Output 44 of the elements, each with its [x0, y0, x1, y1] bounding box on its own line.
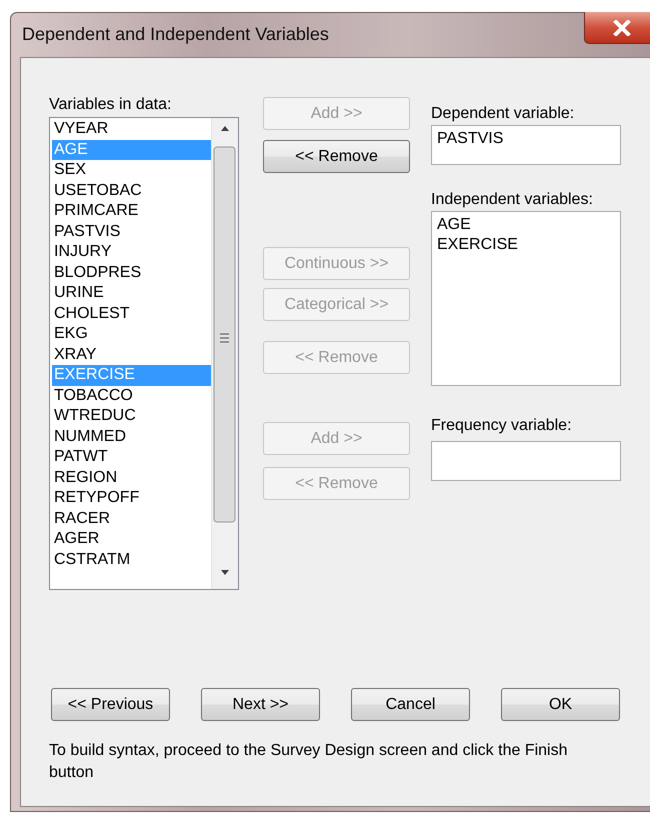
list-item[interactable]: EKG: [52, 324, 211, 344]
scrollbar-thumb[interactable]: [214, 146, 236, 522]
move-button[interactable]: << Remove: [263, 140, 410, 173]
list-item[interactable]: EXERCISE: [437, 235, 615, 255]
list-item[interactable]: VYEAR: [52, 119, 211, 140]
list-item[interactable]: XRAY: [52, 344, 211, 365]
list-item[interactable]: NUMMED: [52, 426, 211, 447]
field-label: Dependent variable:: [431, 105, 576, 123]
list-item[interactable]: AGER: [52, 529, 211, 550]
list-item[interactable]: TOBACCO: [52, 386, 211, 406]
dialog-button[interactable]: Cancel: [351, 688, 470, 721]
list-label: Variables in data:: [49, 96, 172, 114]
list-item[interactable]: PATWT: [52, 447, 211, 468]
close-icon: [613, 20, 631, 36]
grip-icon: [220, 334, 230, 342]
independent-list[interactable]: AGE EXERCISE: [431, 211, 621, 386]
field-label: Independent variables:: [431, 191, 594, 209]
list-item[interactable]: INJURY: [52, 242, 211, 262]
list-item[interactable]: AGE: [437, 215, 615, 235]
scroll-down-icon[interactable]: [221, 570, 229, 575]
list-item[interactable]: CHOLEST: [52, 304, 211, 324]
variables-list[interactable]: VYEAR AGE SEX USETOBAC PRIMCARE PASTVIS INJURY BLODPRES URINE CHOLEST EKG XRAY EXERCISE TOBACCO WTREDUC NUMMED PATWT REGION RETYPOFF RACER AGER CSTRATM: [49, 117, 239, 590]
list-item[interactable]: PASTVIS: [52, 222, 211, 242]
scrollbar[interactable]: [211, 118, 238, 589]
close-button[interactable]: [584, 12, 650, 44]
window-title: Dependent and Independent Variables: [21, 24, 329, 44]
scroll-up-icon[interactable]: [221, 126, 229, 131]
list-item[interactable]: URINE: [52, 283, 211, 304]
list-item[interactable]: CSTRATM: [52, 550, 211, 570]
dependent-field[interactable]: PASTVIS: [431, 125, 621, 165]
list-item[interactable]: USETOBAC: [52, 180, 211, 201]
list-item[interactable]: SEX: [52, 160, 211, 180]
field-label: Frequency variable:: [431, 417, 573, 435]
hint-text: To build syntax, proceed to the Survey Design screen and click the Finish button: [49, 741, 568, 783]
dialog-button[interactable]: Next >>: [201, 688, 320, 721]
dialog-button[interactable]: << Previous: [51, 688, 170, 721]
list-item[interactable]: BLODPRES: [52, 262, 211, 283]
frequency-field[interactable]: [431, 441, 621, 481]
list-item[interactable]: RETYPOFF: [52, 488, 211, 508]
dialog-button[interactable]: OK: [501, 688, 620, 721]
list-item[interactable]: RACER: [52, 508, 211, 529]
list-item[interactable]: WTREDUC: [52, 406, 211, 426]
list-item[interactable]: PRIMCARE: [52, 201, 211, 222]
list-item[interactable]: REGION: [52, 468, 211, 488]
